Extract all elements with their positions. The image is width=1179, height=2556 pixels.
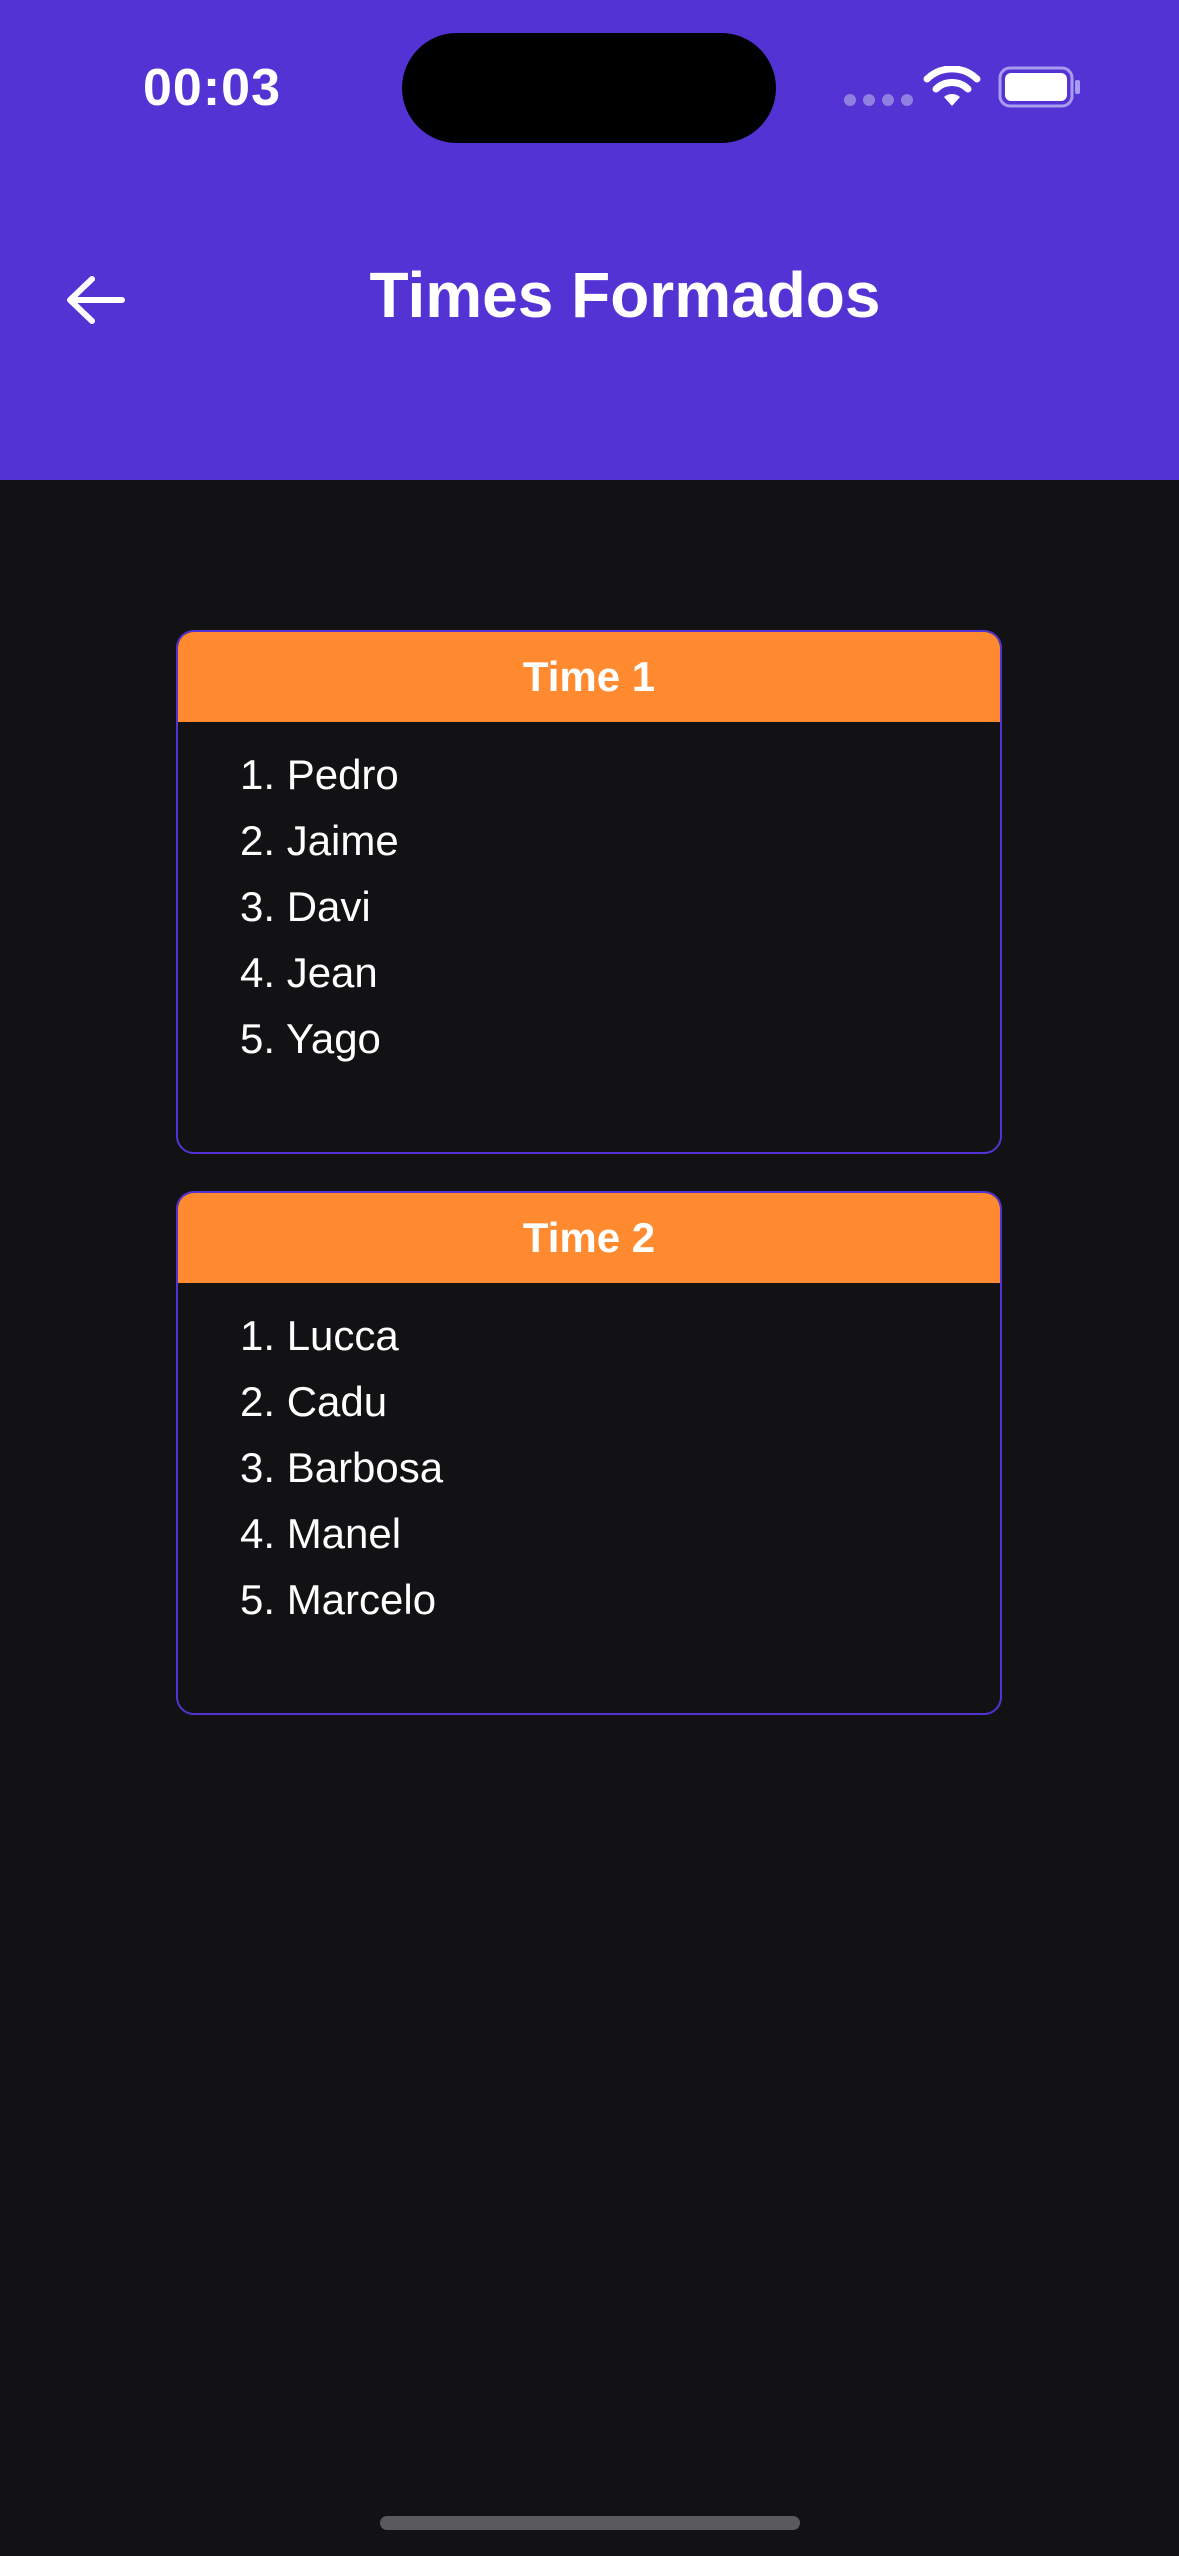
- wifi-icon: [923, 66, 981, 106]
- list-item: 2. Jaime: [240, 817, 399, 864]
- team-card: Time 1 1. Pedro 2. Jaime 3. Davi 4. Jean…: [176, 630, 1002, 1154]
- list-item: 1. Pedro: [240, 751, 399, 798]
- player-list: 1. Lucca 2. Cadu 3. Barbosa 4. Manel 5. …: [178, 1283, 1000, 1633]
- list-item: 1. Lucca: [240, 1312, 399, 1359]
- list-item: 3. Davi: [240, 883, 371, 930]
- list-item: 3. Barbosa: [240, 1444, 444, 1491]
- list-item: 5. Yago: [240, 1015, 381, 1062]
- list-item: 2. Cadu: [240, 1378, 388, 1425]
- app-header: 00:03 Times Formados: [0, 0, 1179, 480]
- cellular-signal-icon: [844, 94, 913, 106]
- list-item: 5. Marcelo: [240, 1576, 437, 1623]
- team-header: Time 2: [178, 1193, 1000, 1283]
- team-card: Time 2 1. Lucca 2. Cadu 3. Barbosa 4. Ma…: [176, 1191, 1002, 1715]
- list-item: 4. Jean: [240, 949, 378, 996]
- status-time: 00:03: [143, 59, 281, 117]
- team-header: Time 1: [178, 632, 1000, 722]
- battery-icon: [998, 66, 1080, 108]
- dynamic-island: [402, 33, 776, 143]
- home-indicator[interactable]: [380, 2516, 800, 2530]
- list-item: 4. Manel: [240, 1510, 402, 1557]
- page-title: Times Formados: [369, 259, 881, 331]
- player-list: 1. Pedro 2. Jaime 3. Davi 4. Jean 5. Yag…: [178, 722, 1000, 1072]
